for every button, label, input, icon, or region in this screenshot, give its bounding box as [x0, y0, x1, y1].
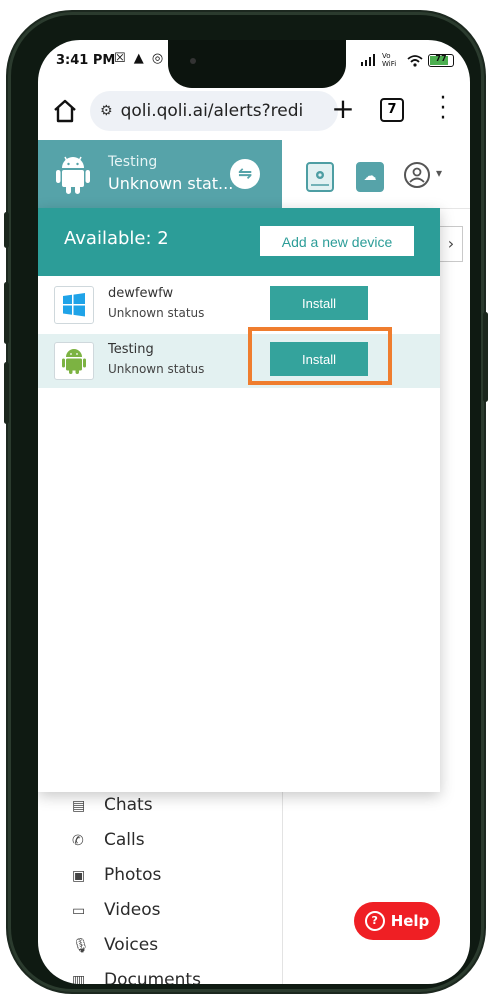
wifi-icon: [407, 54, 423, 67]
sidebar-item-label: Documents: [104, 970, 201, 984]
sidebar-item-label: Calls: [104, 830, 145, 850]
help-button[interactable]: ? Help: [354, 902, 440, 940]
document-icon: ▥: [72, 973, 86, 984]
signal-icon: [361, 54, 375, 66]
notification-icons: ☒ ▲ ◎: [114, 51, 166, 66]
help-question-icon: ?: [364, 910, 385, 931]
os-tile: [54, 342, 94, 380]
sidebar-item-label: Videos: [104, 900, 161, 920]
windows-icon: [63, 293, 85, 317]
install-button[interactable]: Install: [270, 286, 368, 320]
photo-icon: ▣: [72, 868, 86, 884]
home-icon[interactable]: [52, 98, 78, 124]
user-avatar-icon: [409, 167, 425, 183]
phone-screen: 3:41 PM ☒ ▲ ◎ Vo WiFi 77 ⚙ qoli.qoli.ai/…: [38, 40, 470, 984]
device-row[interactable]: dewfewfw Unknown status Install: [38, 278, 440, 332]
side-button: [4, 282, 9, 344]
camera-dot: [190, 58, 196, 64]
camera-notch: [168, 40, 346, 88]
column-divider: [282, 792, 283, 984]
available-count: Available: 2: [64, 228, 169, 249]
status-right-icons: Vo WiFi 77: [361, 52, 454, 68]
browser-toolbar: ⚙ qoli.qoli.ai/alerts?redi + 7 · · ·: [38, 86, 470, 138]
gear-icon: [311, 171, 329, 186]
battery-label: 77: [435, 53, 447, 63]
side-button: [483, 312, 488, 402]
mic-icon: 🎙: [72, 938, 90, 954]
address-bar[interactable]: ⚙ qoli.qoli.ai/alerts?redi: [90, 91, 338, 131]
user-account-icon[interactable]: [404, 162, 430, 188]
guide-book-icon[interactable]: [306, 162, 334, 192]
phone-frame: 3:41 PM ☒ ▲ ◎ Vo WiFi 77 ⚙ qoli.qoli.ai/…: [4, 12, 488, 992]
help-label: Help: [390, 912, 430, 930]
device-row-name: dewfewfw: [108, 286, 174, 301]
current-device-selector[interactable]: Testing Unknown stat... ⇋: [38, 140, 282, 208]
highlight-box: [248, 327, 392, 385]
url-text[interactable]: qoli.qoli.ai/alerts?redi: [121, 101, 321, 121]
side-button: [4, 212, 9, 248]
android-icon: [62, 349, 86, 374]
app-header: Testing Unknown stat... ⇋ ☁ ▾: [38, 140, 470, 209]
status-time: 3:41 PM: [56, 53, 116, 68]
video-icon: ▭: [72, 903, 86, 919]
new-tab-plus-icon[interactable]: +: [328, 92, 358, 125]
tab-count-button[interactable]: 7: [380, 98, 404, 122]
chevron-down-icon[interactable]: ▾: [436, 166, 442, 180]
os-tile: [54, 286, 94, 324]
site-settings-icon[interactable]: ⚙: [100, 103, 113, 119]
cloud-download-icon[interactable]: ☁: [356, 162, 384, 192]
device-name: Testing: [108, 154, 158, 170]
whatsapp-icon: ✆: [72, 833, 84, 849]
add-new-device-button[interactable]: Add a new device: [260, 226, 414, 256]
sidebar-item-label: Chats: [104, 795, 153, 815]
android-icon: [56, 156, 90, 194]
sidebar-item-label: Voices: [104, 935, 159, 955]
dropdown-header: Available: 2 Add a new device: [38, 208, 440, 276]
device-row-name: Testing: [108, 342, 154, 357]
device-status: Unknown stat...: [108, 174, 234, 193]
battery-icon: 77: [428, 53, 454, 67]
device-dropdown: Available: 2 Add a new device dewfewfw U…: [38, 208, 440, 792]
device-row-status: Unknown status: [108, 362, 205, 376]
device-row-status: Unknown status: [108, 306, 205, 320]
vowifi-label: Vo WiFi: [382, 52, 397, 68]
swap-device-icon[interactable]: ⇋: [230, 159, 260, 189]
chevron-right-icon[interactable]: ›: [440, 226, 463, 262]
side-button: [4, 362, 9, 424]
sidebar-item-label: Photos: [104, 865, 162, 885]
overflow-menu-icon[interactable]: · · ·: [436, 88, 450, 130]
chat-icon: ▤: [72, 798, 86, 814]
